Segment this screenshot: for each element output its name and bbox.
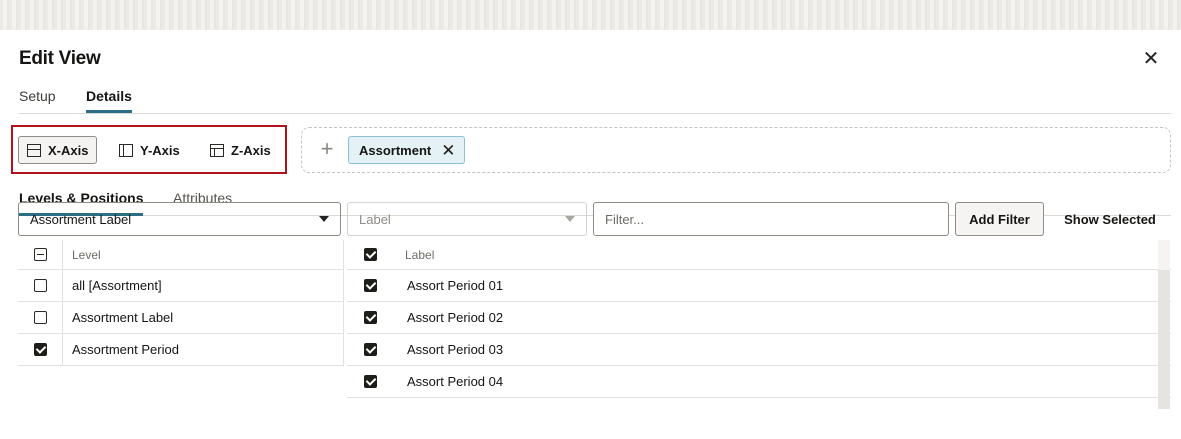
tab-details[interactable]: Details	[86, 88, 132, 113]
position-label: Assort Period 02	[407, 310, 504, 325]
add-icon[interactable]: +	[316, 138, 338, 160]
table-row[interactable]: Assort Period 03	[347, 334, 1171, 366]
y-axis-layout-icon	[119, 143, 133, 157]
positions-grid-header: Label	[347, 240, 1171, 270]
position-checkbox[interactable]	[363, 311, 377, 324]
levels-grid-header: Level	[18, 240, 344, 270]
level-checkbox[interactable]	[33, 279, 47, 292]
level-checkbox[interactable]	[33, 311, 47, 324]
z-axis-label: Z-Axis	[231, 142, 271, 158]
background-strip	[0, 0, 1181, 30]
column-header-label: Label	[405, 247, 435, 262]
select-all-levels-checkbox[interactable]	[33, 248, 47, 261]
label-select[interactable]: Label	[347, 202, 587, 236]
level-checkbox[interactable]	[33, 343, 47, 356]
chevron-down-icon	[565, 216, 575, 222]
show-selected-button[interactable]: Show Selected	[1054, 202, 1166, 236]
x-axis-layout-icon	[27, 143, 41, 157]
table-row[interactable]: all [Assortment]	[18, 270, 344, 302]
label-select-value: Label	[359, 211, 391, 227]
table-row[interactable]: Assort Period 02	[347, 302, 1171, 334]
dimension-chip[interactable]: Assortment ✕	[348, 136, 465, 164]
levels-grid: Level all [Assortment] Assortment Label …	[18, 240, 344, 409]
dialog-title: Edit View	[19, 48, 101, 69]
position-label: Assort Period 04	[407, 374, 504, 389]
z-axis-button[interactable]: Z-Axis	[202, 136, 279, 164]
table-row[interactable]: Assort Period 01	[347, 270, 1171, 302]
z-axis-layout-icon	[210, 143, 224, 157]
position-checkbox[interactable]	[363, 279, 377, 292]
table-row[interactable]: Assortment Period	[18, 334, 344, 366]
vertical-scrollbar[interactable]	[1158, 270, 1170, 409]
select-all-positions-checkbox[interactable]	[363, 248, 377, 261]
x-axis-button[interactable]: X-Axis	[18, 136, 98, 164]
y-axis-button[interactable]: Y-Axis	[111, 136, 188, 164]
table-row[interactable]: Assortment Label	[18, 302, 344, 334]
column-header-level: Level	[72, 247, 101, 262]
x-axis-label: X-Axis	[48, 142, 89, 158]
close-icon[interactable]: ✕	[1140, 48, 1162, 70]
position-label: Assort Period 03	[407, 342, 504, 357]
level-label: all [Assortment]	[72, 278, 162, 293]
main-tabs: Setup Details	[19, 88, 1171, 114]
dimension-chip-label: Assortment	[359, 142, 432, 158]
level-select-value: Assortment Label	[30, 211, 132, 227]
dimension-drop-zone[interactable]: + Assortment ✕	[301, 127, 1171, 173]
level-label: Assortment Label	[72, 310, 174, 325]
chevron-down-icon	[319, 216, 329, 222]
position-checkbox[interactable]	[363, 343, 377, 356]
remove-chip-icon[interactable]: ✕	[441, 142, 455, 159]
add-filter-button[interactable]: Add Filter	[955, 202, 1044, 236]
tab-setup[interactable]: Setup	[19, 88, 56, 110]
scrollbar-track	[1158, 240, 1170, 270]
position-label: Assort Period 01	[407, 278, 504, 293]
position-checkbox[interactable]	[363, 375, 377, 388]
table-row[interactable]: Assort Period 04	[347, 366, 1171, 398]
level-select[interactable]: Assortment Label	[18, 202, 341, 236]
positions-grid: Label Assort Period 01 Assort Period 02 …	[347, 240, 1171, 409]
filter-input[interactable]	[593, 202, 949, 236]
level-label: Assortment Period	[72, 342, 179, 357]
y-axis-label: Y-Axis	[140, 142, 180, 158]
axis-selector-group: X-Axis Y-Axis Z-Axis	[11, 125, 287, 174]
